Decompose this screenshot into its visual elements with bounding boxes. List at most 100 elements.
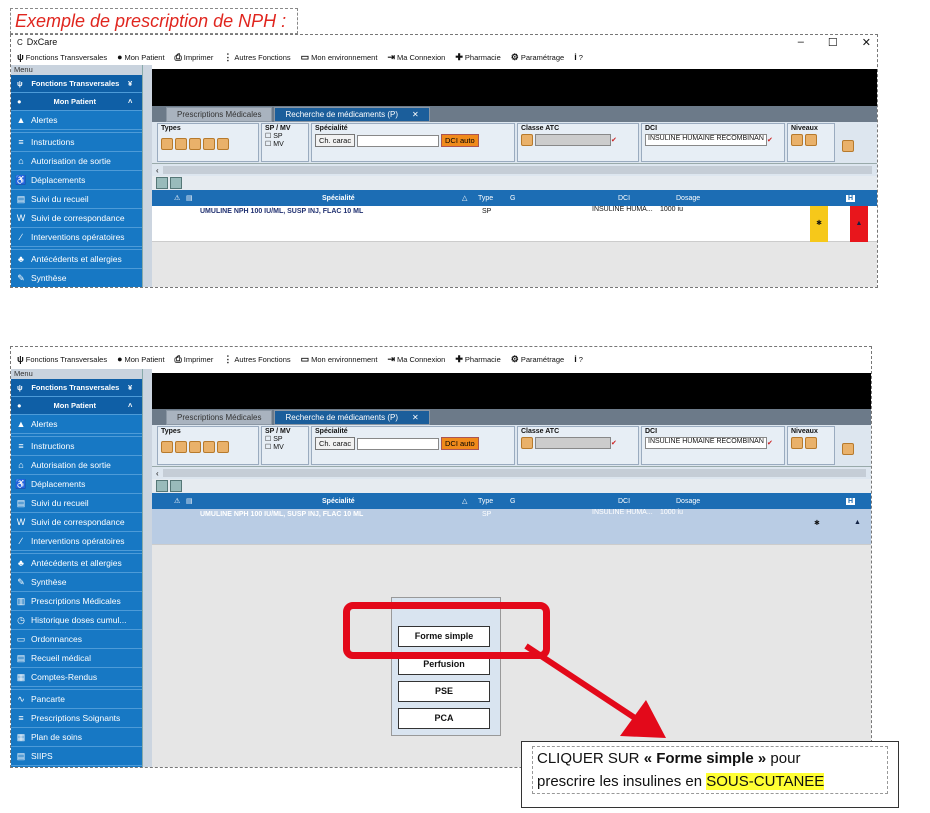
tab-close-icon[interactable]: ✕ bbox=[412, 110, 419, 119]
sidebar-item-prescriptions-soignants[interactable]: ≡ Prescriptions Soignants bbox=[11, 709, 142, 728]
niveau-c-icon[interactable] bbox=[805, 437, 817, 449]
sidebar-item-instructions[interactable]: ≡ Instructions bbox=[11, 133, 142, 152]
col-specialite[interactable]: Spécialité bbox=[322, 195, 355, 202]
type-syringe-icon[interactable] bbox=[175, 138, 187, 150]
scroll-left-icon[interactable]: ‹ bbox=[156, 166, 159, 175]
col-specialite[interactable]: Spécialité bbox=[322, 498, 355, 505]
export-icon[interactable] bbox=[170, 480, 182, 492]
col-g[interactable]: G bbox=[510, 498, 515, 505]
col-dci[interactable]: DCI bbox=[618, 195, 630, 202]
niveau-x-icon[interactable] bbox=[791, 437, 803, 449]
col-dci[interactable]: DCI bbox=[618, 498, 630, 505]
pse-button[interactable]: PSE bbox=[398, 681, 490, 702]
menu-help[interactable]: i? bbox=[574, 354, 583, 364]
niveau-x-icon[interactable] bbox=[791, 134, 803, 146]
type-drop-icon[interactable] bbox=[189, 138, 201, 150]
menu-pharmacie[interactable]: ✚ Pharmacie bbox=[455, 52, 500, 63]
atc-search-icon[interactable] bbox=[521, 134, 533, 146]
menu-imprimer[interactable]: ⎙ Imprimer bbox=[175, 354, 214, 365]
sidebar-item-interventions[interactable]: ∕ Interventions opératoires bbox=[11, 228, 142, 247]
type-bandage-icon[interactable] bbox=[217, 138, 229, 150]
sidebar-item-suivi-correspondance[interactable]: W Suivi de correspondance bbox=[11, 209, 142, 228]
refresh-icon[interactable] bbox=[156, 480, 168, 492]
menu-autres-fonctions[interactable]: ⋮ Autres Fonctions bbox=[223, 354, 290, 365]
filters-hscroll[interactable]: ‹› bbox=[152, 164, 877, 176]
scroll-right-icon[interactable]: › bbox=[876, 166, 877, 175]
sidebar-item-deplacements[interactable]: ♿ Déplacements bbox=[11, 171, 142, 190]
menu-pharmacie[interactable]: ✚ Pharmacie bbox=[455, 354, 500, 365]
menu-autres-fonctions[interactable]: ⋮ Autres Fonctions bbox=[223, 52, 290, 63]
tab-prescriptions-medicales[interactable]: Prescriptions Médicales bbox=[166, 410, 273, 425]
sidebar-section-fonctions[interactable]: ψ Fonctions Transversales ¥ bbox=[11, 379, 142, 397]
atc-search-icon[interactable] bbox=[521, 437, 533, 449]
dci-auto-button[interactable]: DCI auto bbox=[441, 134, 479, 147]
dci-eraser-icon[interactable]: ✔ bbox=[767, 137, 773, 144]
menu-fonctions-transversales[interactable]: ψ Fonctions Transversales bbox=[17, 52, 107, 62]
sidebar-section-patient[interactable]: ● Mon Patient ˄ bbox=[11, 397, 142, 415]
type-pill-icon[interactable] bbox=[161, 441, 173, 453]
dci-auto-button[interactable]: DCI auto bbox=[441, 437, 479, 450]
ch-carac-button[interactable]: Ch. carac bbox=[315, 437, 356, 450]
mv-checkbox[interactable]: ☐ MV bbox=[265, 443, 305, 451]
type-cross-icon[interactable] bbox=[203, 138, 215, 150]
sidebar-item-comptes-rendus[interactable]: ▦ Comptes-Rendus bbox=[11, 668, 142, 687]
sidebar-item-prescriptions-medicales[interactable]: ▥ Prescriptions Médicales bbox=[11, 592, 142, 611]
sidebar-item-recueil-medical[interactable]: ▤ Recueil médical bbox=[11, 649, 142, 668]
menu-mon-patient[interactable]: ● Mon Patient bbox=[117, 354, 164, 364]
table-row[interactable]: UMULINE NPH 100 IU/ML, SUSP INJ, FLAC 10… bbox=[152, 206, 877, 242]
pca-button[interactable]: PCA bbox=[398, 708, 490, 729]
specialite-input[interactable] bbox=[357, 135, 440, 148]
sort-indicator[interactable]: △ bbox=[462, 497, 467, 505]
sidebar-item-pancarte[interactable]: ∿ Pancarte bbox=[11, 690, 142, 709]
col-dosage[interactable]: Dosage bbox=[676, 498, 700, 505]
refresh-icon[interactable] bbox=[156, 177, 168, 189]
tab-close-icon[interactable]: ✕ bbox=[412, 413, 419, 422]
sidebar-section-fonctions[interactable]: ψ Fonctions Transversales ¥ bbox=[11, 75, 142, 93]
sidebar-item-ordonnances[interactable]: ▭ Ordonnances bbox=[11, 630, 142, 649]
sidebar-item-alertes[interactable]: ▲ Alertes bbox=[11, 415, 142, 434]
sidebar-item-autorisation[interactable]: ⌂ Autorisation de sortie bbox=[11, 152, 142, 171]
scroll-left-icon[interactable]: ‹ bbox=[156, 469, 159, 478]
sp-checkbox[interactable]: ☐ SP bbox=[265, 132, 305, 140]
type-syringe-icon[interactable] bbox=[175, 441, 187, 453]
mv-checkbox[interactable]: ☐ MV bbox=[265, 140, 305, 148]
type-pill-icon[interactable] bbox=[161, 138, 173, 150]
maximize-icon[interactable]: ☐ bbox=[828, 36, 838, 49]
search-run-icon[interactable] bbox=[842, 443, 856, 466]
col-type[interactable]: Type bbox=[478, 195, 493, 202]
specialite-input[interactable] bbox=[357, 438, 440, 451]
niveau-c-icon[interactable] bbox=[805, 134, 817, 146]
ch-carac-button[interactable]: Ch. carac bbox=[315, 134, 356, 147]
close-icon[interactable]: ✕ bbox=[862, 36, 871, 49]
sidebar-item-autorisation[interactable]: ⌂ Autorisation de sortie bbox=[11, 456, 142, 475]
eraser-icon[interactable]: ✔ bbox=[611, 137, 617, 144]
classe-atc-input[interactable] bbox=[535, 134, 611, 146]
menu-mon-environnement[interactable]: ▭ Mon environnement bbox=[301, 52, 378, 63]
sidebar-item-interventions[interactable]: ∕ Interventions opératoires bbox=[11, 532, 142, 551]
sidebar-item-antecedents[interactable]: ♣ Antécédents et allergies bbox=[11, 554, 142, 573]
col-h[interactable]: H bbox=[846, 497, 856, 505]
sidebar-item-antecedents[interactable]: ♣ Antécédents et allergies bbox=[11, 250, 142, 269]
type-bandage-icon[interactable] bbox=[217, 441, 229, 453]
menu-mon-environnement[interactable]: ▭ Mon environnement bbox=[301, 354, 378, 365]
sidebar-item-synthese[interactable]: ✎ Synthèse bbox=[11, 269, 142, 287]
sidebar-item-alertes[interactable]: ▲ Alertes bbox=[11, 111, 142, 130]
sp-checkbox[interactable]: ☐ SP bbox=[265, 435, 305, 443]
sidebar-scrollbar[interactable] bbox=[142, 369, 152, 767]
menu-ma-connexion[interactable]: ⇥ Ma Connexion bbox=[387, 354, 445, 365]
eraser-icon[interactable]: ✔ bbox=[611, 440, 617, 447]
menu-parametrage[interactable]: ⚙ Paramétrage bbox=[511, 354, 564, 365]
search-run-icon[interactable] bbox=[842, 140, 856, 163]
sidebar-item-suivi-recueil[interactable]: ▤ Suivi du recueil bbox=[11, 190, 142, 209]
dci-eraser-icon[interactable]: ✔ bbox=[767, 440, 773, 447]
menu-mon-patient[interactable]: ● Mon Patient bbox=[117, 52, 164, 62]
sidebar-item-plan-de-soins[interactable]: ▦ Plan de soins bbox=[11, 728, 142, 747]
sidebar-item-deplacements[interactable]: ♿ Déplacements bbox=[11, 475, 142, 494]
type-drop-icon[interactable] bbox=[189, 441, 201, 453]
col-g[interactable]: G bbox=[510, 195, 515, 202]
menu-ma-connexion[interactable]: ⇥ Ma Connexion bbox=[387, 52, 445, 63]
classe-atc-input[interactable] bbox=[535, 437, 611, 449]
col-type[interactable]: Type bbox=[478, 498, 493, 505]
tab-recherche-medicaments[interactable]: Recherche de médicaments (P) ✕ bbox=[274, 410, 430, 425]
col-dosage[interactable]: Dosage bbox=[676, 195, 700, 202]
